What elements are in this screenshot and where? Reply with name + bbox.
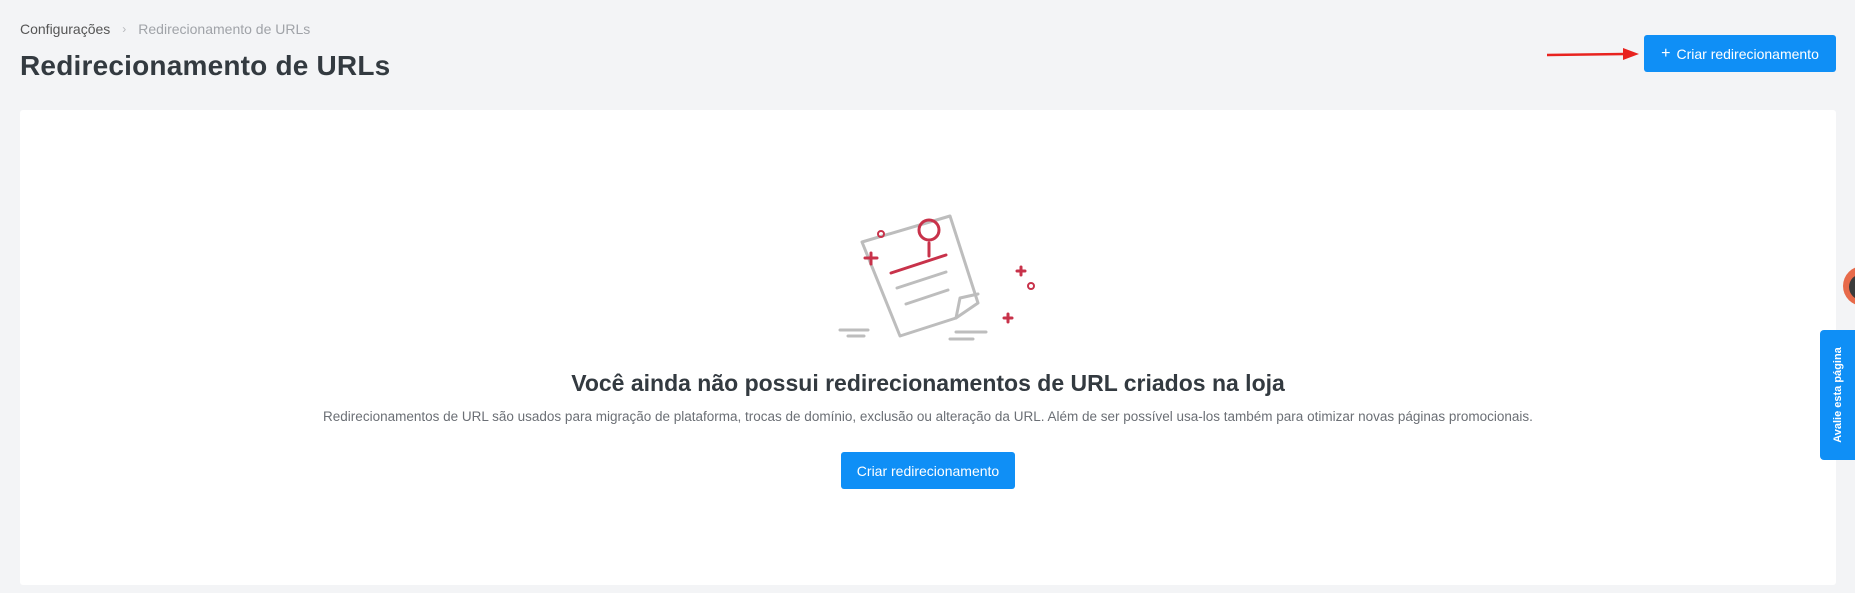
breadcrumb-item-current: Redirecionamento de URLs bbox=[138, 21, 311, 37]
breadcrumb-separator-icon: › bbox=[122, 22, 127, 36]
empty-state-description: Redirecionamentos de URL são usados para… bbox=[323, 409, 1533, 424]
document-pin-icon bbox=[838, 214, 1035, 341]
empty-state-card: Você ainda não possui redirecionamentos … bbox=[20, 110, 1836, 585]
empty-state-title: Você ainda não possui redirecionamentos … bbox=[571, 370, 1285, 396]
feedback-tab[interactable]: Avalie esta página bbox=[1820, 330, 1855, 460]
annotation-arrow-icon bbox=[1546, 48, 1639, 60]
page: Configurações › Redirecionamento de URLs… bbox=[0, 0, 1855, 593]
plus-icon: + bbox=[1661, 44, 1671, 62]
chat-widget-avatar bbox=[1849, 274, 1855, 300]
empty-state-create-redirect-button[interactable]: Criar redirecionamento bbox=[841, 452, 1015, 489]
page-title: Redirecionamento de URLs bbox=[20, 50, 391, 81]
create-redirect-button[interactable]: + Criar redirecionamento bbox=[1644, 35, 1836, 72]
create-redirect-button-label: Criar redirecionamento bbox=[1676, 45, 1819, 62]
breadcrumb-item-configuracoes[interactable]: Configurações bbox=[20, 21, 110, 37]
breadcrumb: Configurações › Redirecionamento de URLs bbox=[20, 21, 310, 37]
chat-widget-icon[interactable] bbox=[1843, 266, 1855, 306]
feedback-tab-label: Avalie esta página bbox=[1831, 347, 1844, 443]
